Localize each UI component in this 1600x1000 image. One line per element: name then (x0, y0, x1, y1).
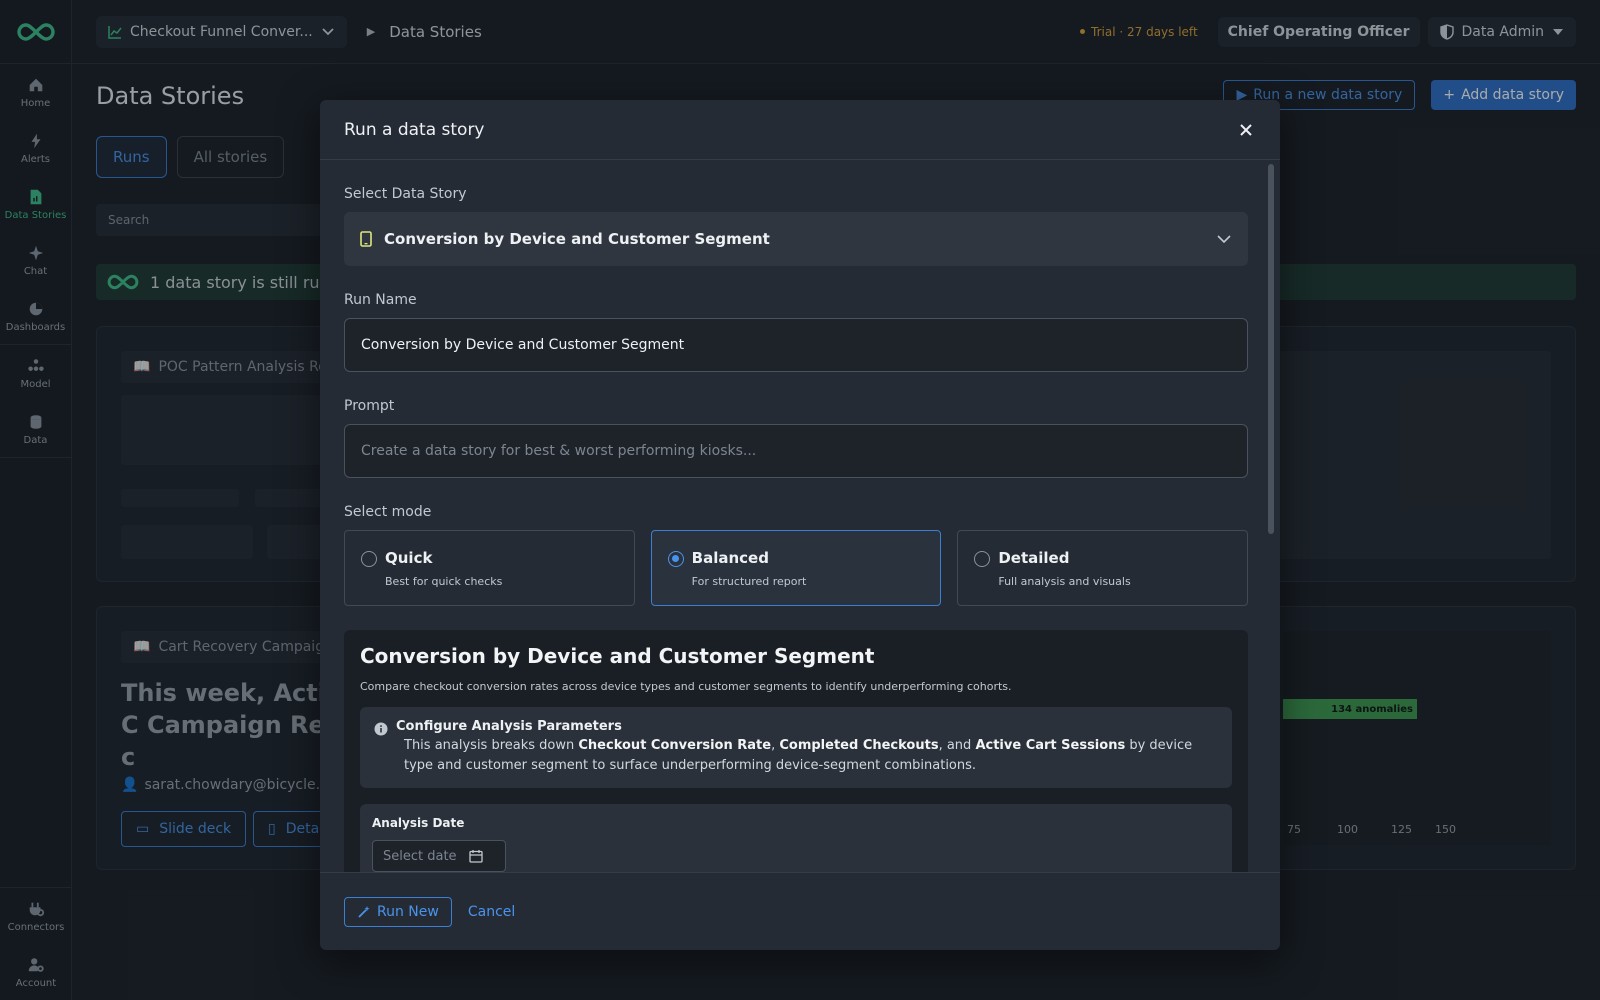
prompt-label: Prompt (344, 398, 395, 414)
chevron-down-icon (1217, 235, 1231, 244)
story-description: Compare checkout conversion rates across… (360, 680, 1012, 693)
modal-footer: Run New Cancel (320, 872, 1280, 950)
run-new-button[interactable]: Run New (344, 896, 452, 927)
modal-title: Run a data story (344, 119, 485, 140)
radio-button[interactable] (974, 551, 991, 567)
metric-name: Completed Checkouts (779, 738, 939, 753)
mode-subtitle: Best for quick checks (385, 575, 503, 588)
data-story-select[interactable]: Conversion by Device and Customer Segmen… (344, 212, 1248, 266)
info-icon (374, 722, 388, 736)
cancel-button[interactable]: Cancel (468, 904, 515, 920)
mode-label: Select mode (344, 504, 432, 520)
mobile-device-icon (360, 231, 372, 247)
close-button[interactable] (1236, 120, 1256, 140)
mode-subtitle: For structured report (691, 575, 807, 588)
story-preview: Conversion by Device and Customer Segmen… (344, 630, 1248, 872)
mode-title: Quick (385, 549, 433, 567)
run-name-input[interactable]: Conversion by Device and Customer Segmen… (344, 318, 1248, 372)
date-section: Analysis Date Select date (360, 804, 1232, 872)
radio-button[interactable] (667, 551, 684, 567)
analysis-date-label: Analysis Date (372, 816, 465, 830)
modal-body: Select Data Story Conversion by Device a… (320, 160, 1280, 872)
run-name-label: Run Name (344, 292, 417, 308)
calendar-icon (468, 850, 483, 863)
mode-subtitle: Full analysis and visuals (998, 575, 1131, 588)
info-box: Configure Analysis Parameters This analy… (360, 707, 1232, 788)
prompt-input[interactable]: Create a data story for best & worst per… (344, 424, 1248, 478)
story-title: Conversion by Device and Customer Segmen… (360, 644, 875, 668)
mode-title: Balanced (691, 549, 769, 567)
modal-header: Run a data story (320, 100, 1280, 160)
mode-options: Quick Best for quick checks Balanced For… (344, 530, 1249, 606)
radio-button[interactable] (361, 551, 377, 567)
metric-name: Checkout Conversion Rate (578, 738, 772, 753)
mode-quick[interactable]: Quick Best for quick checks (344, 530, 635, 606)
close-icon (1240, 123, 1252, 136)
run-new-label: Run New (377, 903, 439, 920)
mode-detailed[interactable]: Detailed Full analysis and visuals (957, 530, 1249, 606)
run-data-story-modal: Run a data story Select Data Story Conve… (320, 100, 1280, 950)
mode-title: Detailed (998, 549, 1070, 567)
selected-story: Conversion by Device and Customer Segmen… (384, 230, 770, 248)
info-title: Configure Analysis Parameters (396, 719, 622, 734)
info-text: This analysis breaks down Checkout Conve… (396, 736, 1218, 776)
metric-name: Active Cart Sessions (975, 738, 1126, 753)
info-text-part: This analysis breaks down (404, 738, 579, 753)
magic-wand-icon (358, 905, 370, 918)
date-picker[interactable]: Select date (372, 840, 506, 872)
info-content: Configure Analysis Parameters This analy… (396, 719, 1218, 776)
info-text-part: , and (938, 738, 976, 753)
mode-balanced[interactable]: Balanced For structured report (650, 530, 942, 606)
select-story-label: Select Data Story (344, 186, 467, 202)
date-placeholder: Select date (383, 848, 457, 864)
